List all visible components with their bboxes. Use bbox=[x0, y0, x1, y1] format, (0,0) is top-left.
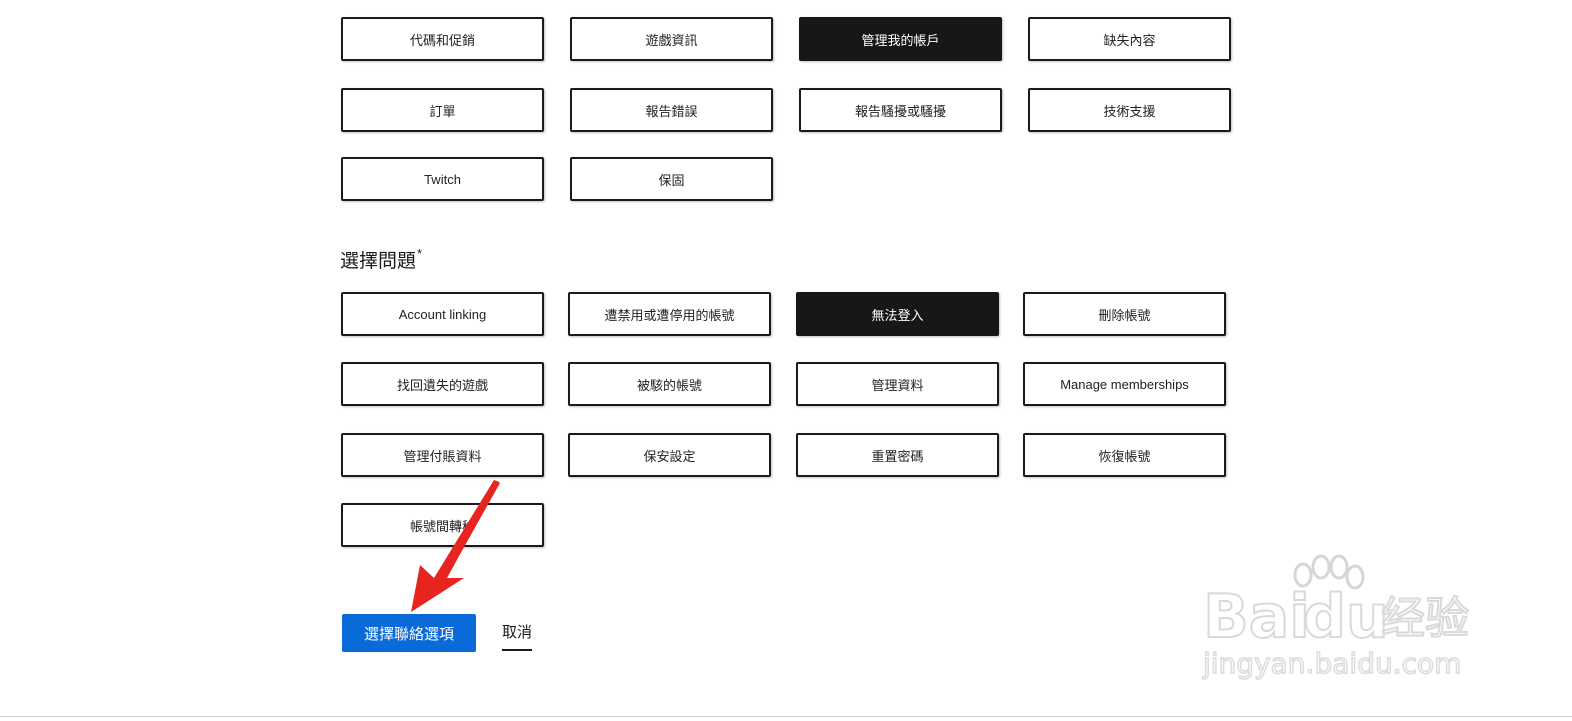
issue-option-account-linking[interactable]: Account linking bbox=[341, 292, 544, 336]
issue-option-manage-billing[interactable]: 管理付賬資料 bbox=[341, 433, 544, 477]
cancel-link[interactable]: 取消 bbox=[502, 621, 533, 651]
watermark-brand-du: du bbox=[1303, 582, 1389, 652]
issue-option-delete-account[interactable]: 刪除帳號 bbox=[1023, 292, 1226, 336]
category-option-tech-support[interactable]: 技術支援 bbox=[1028, 88, 1231, 132]
category-option-game-info[interactable]: 遊戲資訊 bbox=[570, 17, 773, 61]
support-page: 代碼和促銷 遊戲資訊 管理我的帳戶 缺失內容 訂單 報告錯誤 報告騷擾或騷擾 技… bbox=[0, 0, 1572, 721]
page-bottom-border bbox=[0, 716, 1572, 717]
category-option-codes-promos[interactable]: 代碼和促銷 bbox=[341, 17, 544, 61]
issue-option-recover-games[interactable]: 找回遺失的遊戲 bbox=[341, 362, 544, 406]
paw-icon bbox=[1293, 554, 1365, 590]
category-option-twitch[interactable]: Twitch bbox=[341, 157, 544, 201]
category-option-missing-content[interactable]: 缺失內容 bbox=[1028, 17, 1231, 61]
category-option-orders[interactable]: 訂單 bbox=[341, 88, 544, 132]
category-option-warranty[interactable]: 保固 bbox=[570, 157, 773, 201]
issue-option-cannot-login[interactable]: 無法登入 bbox=[796, 292, 999, 336]
baidu-watermark: Bai du 经验 jingyan.baidu.com bbox=[1201, 554, 1470, 681]
required-asterisk: * bbox=[417, 246, 423, 261]
issue-option-manage-data[interactable]: 管理資料 bbox=[796, 362, 999, 406]
category-option-report-bug[interactable]: 報告錯誤 bbox=[570, 88, 773, 132]
annotation-arrow bbox=[411, 480, 500, 612]
watermark-brand-cn: 经验 bbox=[1381, 593, 1469, 644]
watermark-url: jingyan.baidu.com bbox=[1202, 647, 1461, 680]
category-option-manage-account[interactable]: 管理我的帳戶 bbox=[799, 17, 1002, 61]
issue-option-manage-memberships[interactable]: Manage memberships bbox=[1023, 362, 1226, 406]
issue-section-title: 選擇問題* bbox=[340, 246, 423, 272]
watermark-brand: Bai bbox=[1203, 582, 1310, 652]
issue-option-restore-account[interactable]: 恢復帳號 bbox=[1023, 433, 1226, 477]
select-contact-option-button[interactable]: 選擇聯絡選項 bbox=[342, 614, 476, 652]
issue-option-banned-account[interactable]: 遭禁用或遭停用的帳號 bbox=[568, 292, 771, 336]
issue-option-reset-password[interactable]: 重置密碼 bbox=[796, 433, 999, 477]
issue-option-hacked-account[interactable]: 被駭的帳號 bbox=[568, 362, 771, 406]
category-option-report-harassment[interactable]: 報告騷擾或騷擾 bbox=[799, 88, 1002, 132]
issue-option-security-settings[interactable]: 保安設定 bbox=[568, 433, 771, 477]
issue-option-account-transfer[interactable]: 帳號間轉移 bbox=[341, 503, 544, 547]
